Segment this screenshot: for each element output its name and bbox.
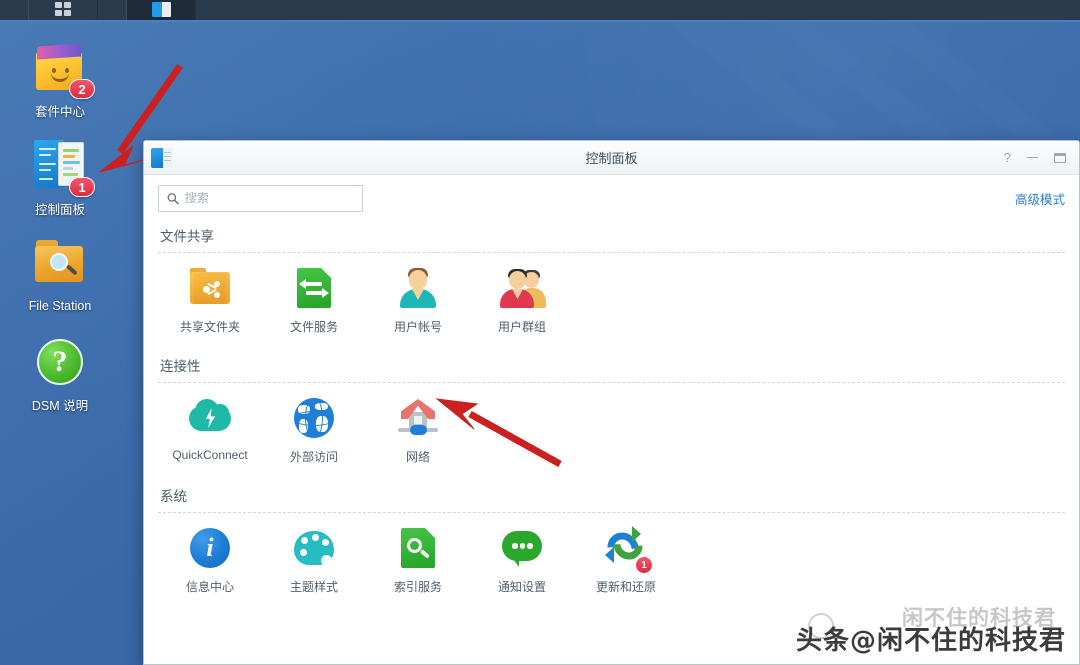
window-controls[interactable]: ?: [1004, 151, 1079, 164]
desktop-icon-label: File Station: [28, 299, 92, 313]
tile-label: 主题样式: [289, 580, 338, 594]
maximize-button[interactable]: [1054, 152, 1066, 163]
help-button[interactable]: ?: [1004, 151, 1011, 164]
external-access-globe-icon: [291, 395, 337, 441]
tile-label: 外部访问: [289, 450, 338, 464]
tile-user-account[interactable]: 用户帐号: [366, 263, 470, 349]
help-question-icon: ?: [34, 336, 86, 388]
watermark-main: 头条@闲不住的科技君: [795, 626, 1066, 656]
tile-notification[interactable]: 通知设置: [470, 523, 574, 609]
indexing-service-icon: [395, 525, 441, 571]
shared-folder-icon: [187, 265, 233, 311]
section-system: 系统 i 信息中心 主题样式 索引服务 通知设置 1 更新和还原: [158, 481, 1065, 609]
section-connectivity: 连接性 QuickConnect 外部访问 网络: [158, 351, 1065, 479]
control-panel-content: 文件共享 共享文件夹 文件服务 用户帐号 用户群组 连接性 QuickConne…: [144, 221, 1079, 609]
control-panel-taskbar-icon: [151, 1, 171, 17]
user-group-icon: [499, 265, 546, 311]
tile-label: QuickConnect: [172, 448, 248, 462]
section-divider: [158, 382, 1065, 383]
section-tiles: i 信息中心 主题样式 索引服务 通知设置 1 更新和还原: [158, 523, 1065, 609]
theme-palette-icon: [291, 525, 337, 571]
update-restore-icon: 1: [601, 524, 653, 574]
user-account-icon: [395, 265, 441, 311]
desktop-icon-badge: 2: [69, 79, 95, 99]
section-title: 系统: [160, 489, 187, 504]
taskbar-item-apps[interactable]: [28, 0, 98, 20]
window-titlebar[interactable]: 控制面板 ?: [144, 141, 1079, 175]
control-panel-icon: 1: [34, 140, 95, 197]
desktop-icon-label: DSM 说明: [31, 399, 89, 413]
search-box[interactable]: [158, 184, 363, 212]
tile-quickconnect[interactable]: QuickConnect: [158, 393, 262, 479]
tile-external-access[interactable]: 外部访问: [262, 393, 366, 479]
control-panel-window[interactable]: 控制面板 ? 高级模式 文件共享: [143, 140, 1080, 665]
tile-label: 用户帐号: [393, 320, 442, 334]
window-toolbar[interactable]: 高级模式: [144, 175, 1079, 221]
desktop-icon-label: 套件中心: [34, 105, 85, 119]
tile-label: 索引服务: [393, 580, 442, 594]
search-icon: [167, 192, 179, 204]
tile-file-services[interactable]: 文件服务: [262, 263, 366, 349]
tile-label: 信息中心: [185, 580, 234, 594]
info-center-icon: i: [187, 525, 233, 571]
desktop-icon-package-center[interactable]: 2 套件中心: [6, 42, 114, 120]
tile-info-center[interactable]: i 信息中心: [158, 523, 262, 609]
tile-badge: 1: [635, 556, 653, 574]
tile-user-group[interactable]: 用户群组: [470, 263, 574, 349]
tile-label: 通知设置: [497, 580, 546, 594]
section-title: 连接性: [160, 359, 201, 374]
tile-theme[interactable]: 主题样式: [262, 523, 366, 609]
desktop-icon-badge: 1: [69, 177, 95, 197]
window-title: 控制面板: [585, 151, 638, 166]
apps-grid-icon: [54, 1, 72, 17]
taskbar[interactable]: [0, 0, 1080, 22]
section-tiles: QuickConnect 外部访问 网络: [158, 393, 1065, 479]
network-house-icon: [395, 395, 441, 441]
search-input[interactable]: [184, 191, 354, 205]
tile-indexing-service[interactable]: 索引服务: [366, 523, 470, 609]
minimize-button[interactable]: [1027, 156, 1038, 159]
section-title: 文件共享: [160, 229, 214, 244]
tile-label: 用户群组: [497, 320, 546, 334]
desktop-icon-control-panel[interactable]: 1 控制面板: [6, 140, 114, 218]
tile-update-restore[interactable]: 1 更新和还原: [574, 523, 678, 609]
tile-label: 更新和还原: [595, 580, 656, 594]
taskbar-spacer: [0, 0, 28, 20]
desktop-icon-label: 控制面板: [34, 203, 85, 217]
section-divider: [158, 512, 1065, 513]
taskbar-item-control-panel[interactable]: [126, 0, 196, 20]
desktop-icon-dsm-help[interactable]: ? DSM 说明: [6, 336, 114, 414]
tile-label: 共享文件夹: [179, 320, 240, 334]
advanced-mode-link[interactable]: 高级模式: [1015, 189, 1065, 208]
section-file-sharing: 文件共享 共享文件夹 文件服务 用户帐号 用户群组: [158, 221, 1065, 349]
package-center-icon: 2: [34, 42, 95, 99]
file-station-folder-icon: [34, 240, 86, 292]
tile-shared-folder[interactable]: 共享文件夹: [158, 263, 262, 349]
notification-bubble-icon: [499, 525, 545, 571]
section-tiles: 共享文件夹 文件服务 用户帐号 用户群组: [158, 263, 1065, 349]
section-divider: [158, 252, 1065, 253]
tile-network[interactable]: 网络: [366, 393, 470, 479]
quickconnect-cloud-icon: [187, 395, 233, 441]
taskbar-spacer-2: [98, 0, 126, 20]
file-services-icon: [291, 265, 337, 311]
tile-label: 网络: [405, 450, 430, 464]
desktop-icon-file-station[interactable]: File Station: [6, 240, 114, 313]
tile-label: 文件服务: [289, 320, 338, 334]
